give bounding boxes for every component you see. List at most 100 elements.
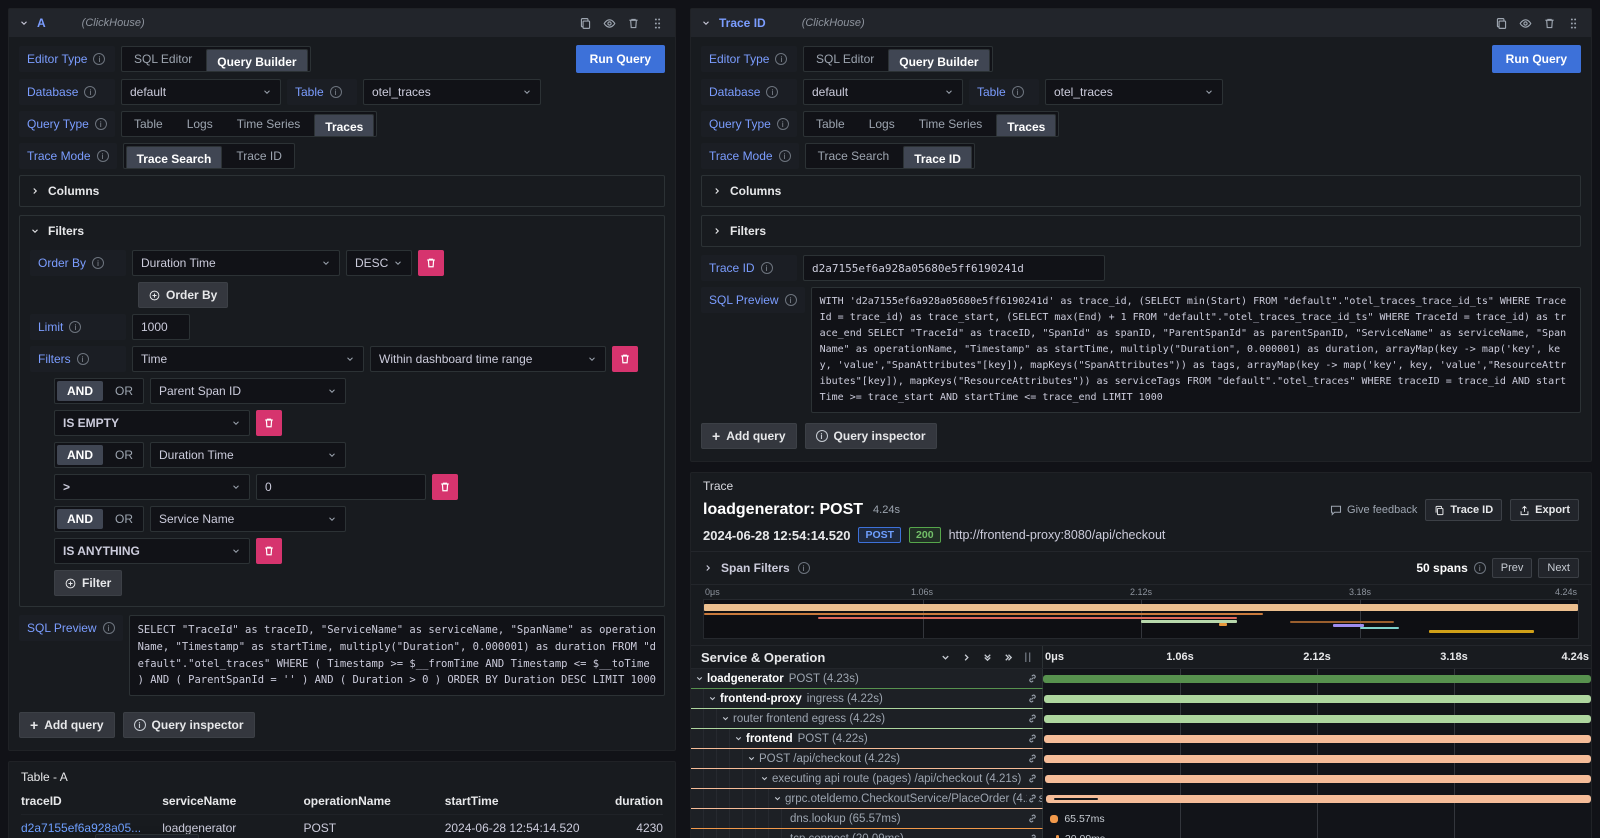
chevron-down-icon[interactable]	[695, 674, 704, 683]
filter-time-range-select[interactable]: Within dashboard time range	[370, 346, 606, 372]
span-duration-bar[interactable]	[1044, 715, 1591, 723]
trace-id-option[interactable]: Trace ID	[224, 144, 294, 168]
trace-panel-title[interactable]: Trace	[691, 473, 1591, 495]
database-select[interactable]: default	[803, 79, 963, 105]
collapse-one-icon[interactable]	[940, 652, 951, 663]
drag-handle-icon[interactable]	[649, 15, 665, 31]
span-row[interactable]: frontend-proxyingress (4.22s)	[691, 689, 1591, 709]
query-inspector-button[interactable]: iQuery inspector	[805, 423, 937, 449]
filter-field-select[interactable]: Parent Span ID	[150, 378, 346, 404]
column-header[interactable]: operationName	[303, 788, 444, 814]
export-button[interactable]: Export	[1510, 499, 1579, 521]
trace-id-option[interactable]: Trace ID	[903, 146, 972, 169]
drag-handle-icon[interactable]	[1565, 15, 1581, 31]
span-duration-bar[interactable]	[1046, 795, 1591, 803]
query-type-logs[interactable]: Logs	[175, 112, 225, 136]
column-header[interactable]: traceID	[21, 788, 162, 814]
chevron-down-icon[interactable]	[773, 794, 782, 803]
span-row[interactable]: router frontend egress (4.22s)	[691, 709, 1591, 729]
filter-field-select[interactable]: Time	[132, 346, 364, 372]
span-duration-bar[interactable]	[1043, 675, 1591, 683]
column-header[interactable]: startTime	[445, 788, 599, 814]
columns-section-header[interactable]: Columns	[20, 176, 664, 206]
eye-icon[interactable]	[1517, 15, 1533, 31]
query-builder-option[interactable]: Query Builder	[888, 49, 989, 72]
run-query-button[interactable]: Run Query	[1492, 45, 1581, 73]
span-row[interactable]: dns.lookup (65.57ms)65.57ms	[691, 809, 1591, 829]
column-header[interactable]: serviceName	[162, 788, 303, 814]
trace-id-input[interactable]	[803, 255, 1105, 281]
remove-filter-button[interactable]	[256, 538, 282, 564]
limit-input[interactable]	[132, 314, 190, 340]
column-header[interactable]: duration	[599, 788, 663, 814]
span-row[interactable]: executing api route (pages) /api/checkou…	[691, 769, 1591, 789]
chevron-down-icon[interactable]	[747, 754, 756, 763]
trace-minimap[interactable]	[703, 599, 1579, 639]
chevron-down-icon[interactable]	[701, 18, 711, 28]
and-or-toggle[interactable]: ANDOR	[54, 378, 144, 404]
query-type-timeseries[interactable]: Time Series	[907, 112, 995, 136]
add-filter-button[interactable]: Filter	[54, 570, 122, 596]
query-type-traces[interactable]: Traces	[314, 114, 374, 137]
chevron-down-icon[interactable]	[19, 18, 29, 28]
filter-field-select[interactable]: Duration Time	[150, 442, 346, 468]
link-icon[interactable]	[1027, 693, 1038, 704]
query-header-a[interactable]: A (ClickHouse)	[9, 9, 675, 37]
table-panel-title[interactable]: Table - A	[9, 762, 675, 788]
expand-all-icon[interactable]	[1003, 652, 1014, 663]
chevron-right-icon[interactable]	[703, 563, 713, 573]
query-type-timeseries[interactable]: Time Series	[225, 112, 313, 136]
span-duration-bar[interactable]	[1044, 735, 1591, 743]
span-duration-bar[interactable]	[1050, 815, 1059, 823]
span-filters-label[interactable]: Span Filters	[721, 561, 790, 575]
span-duration-bar[interactable]	[1044, 695, 1591, 703]
table-select[interactable]: otel_traces	[1045, 79, 1223, 105]
add-query-button[interactable]: +Add query	[19, 712, 115, 738]
sql-editor-option[interactable]: SQL Editor	[804, 47, 886, 71]
trace-search-option[interactable]: Trace Search	[126, 146, 223, 169]
link-icon[interactable]	[1027, 713, 1038, 724]
span-row[interactable]: loadgeneratorPOST (4.23s)	[691, 669, 1591, 689]
filter-operator-select[interactable]: IS EMPTY	[54, 410, 250, 436]
link-icon[interactable]	[1027, 753, 1038, 764]
collapse-all-icon[interactable]	[982, 652, 993, 663]
sql-editor-option[interactable]: SQL Editor	[122, 47, 204, 71]
span-row[interactable]: grpc.oteldemo.CheckoutService/PlaceOrder…	[691, 789, 1591, 809]
trash-icon[interactable]	[625, 15, 641, 31]
add-order-by-button[interactable]: Order By	[138, 282, 228, 308]
query-inspector-button[interactable]: iQuery inspector	[123, 712, 255, 738]
copy-icon[interactable]	[1493, 15, 1509, 31]
span-row[interactable]: tcp.connect (20.09ms)20.09ms	[691, 829, 1591, 838]
span-row[interactable]: POST /api/checkout (4.22s)	[691, 749, 1591, 769]
span-duration-bar[interactable]	[1044, 755, 1591, 763]
query-type-traces[interactable]: Traces	[996, 114, 1056, 137]
next-button[interactable]: Next	[1538, 558, 1579, 578]
order-by-direction-select[interactable]: DESC	[346, 250, 412, 276]
column-resize-handle[interactable]: ||	[1024, 652, 1032, 663]
and-or-toggle[interactable]: ANDOR	[54, 506, 144, 532]
and-or-toggle[interactable]: ANDOR	[54, 442, 144, 468]
link-icon[interactable]	[1027, 673, 1038, 684]
database-select[interactable]: default	[121, 79, 281, 105]
add-query-button[interactable]: +Add query	[701, 423, 797, 449]
table-select[interactable]: otel_traces	[363, 79, 541, 105]
query-type-table[interactable]: Table	[804, 112, 857, 136]
filters-section-header[interactable]: Filters	[20, 216, 664, 246]
remove-filter-button[interactable]	[256, 410, 282, 436]
span-duration-bar[interactable]	[1045, 775, 1591, 783]
remove-filter-button[interactable]	[432, 474, 458, 500]
chevron-down-icon[interactable]	[708, 694, 717, 703]
filter-value-input[interactable]	[256, 474, 426, 500]
link-icon[interactable]	[1027, 813, 1038, 824]
filter-operator-select[interactable]: IS ANYTHING	[54, 538, 250, 564]
columns-section-header[interactable]: Columns	[702, 176, 1580, 206]
give-feedback-button[interactable]: Give feedback	[1330, 504, 1417, 516]
copy-icon[interactable]	[577, 15, 593, 31]
query-type-table[interactable]: Table	[122, 112, 175, 136]
link-icon[interactable]	[1027, 773, 1038, 784]
expand-one-icon[interactable]	[961, 652, 972, 663]
chevron-down-icon[interactable]	[721, 714, 730, 723]
query-type-logs[interactable]: Logs	[857, 112, 907, 136]
query-header-traceid[interactable]: Trace ID (ClickHouse)	[691, 9, 1591, 37]
link-icon[interactable]	[1027, 833, 1038, 838]
